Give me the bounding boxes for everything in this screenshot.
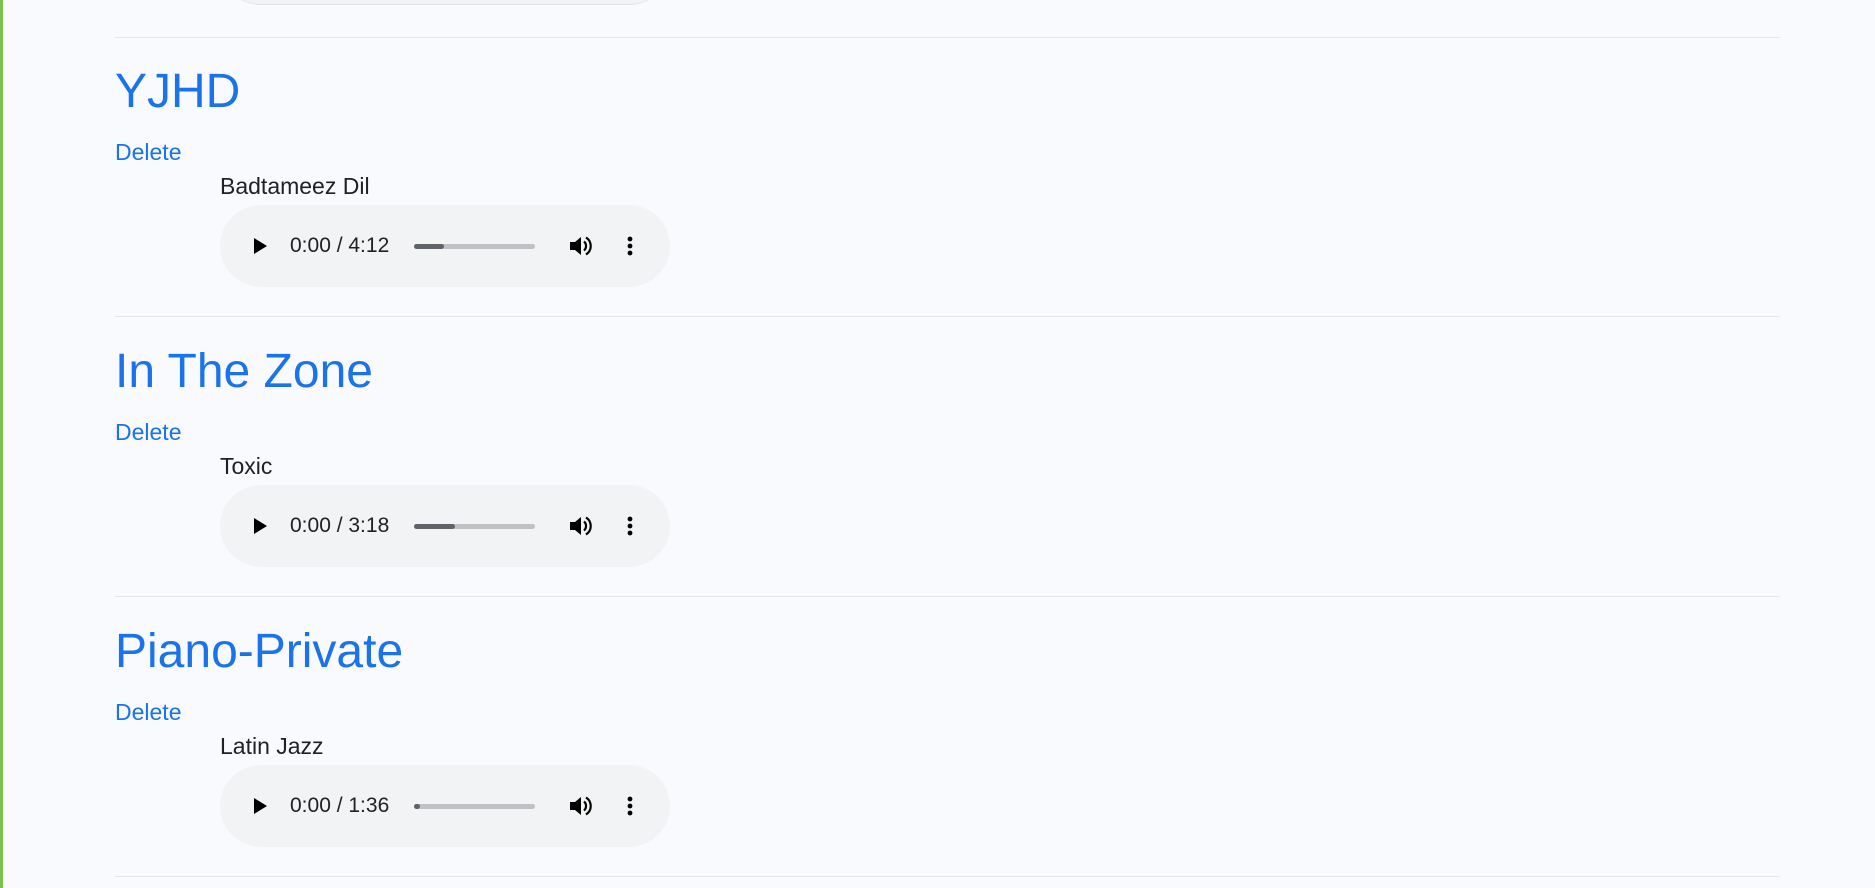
- playlist-title[interactable]: Piano-Private: [115, 624, 403, 680]
- more-vert-icon[interactable]: [615, 231, 645, 261]
- audio-player: 0:00 / 1:36: [220, 765, 670, 847]
- seek-slider[interactable]: [414, 244, 535, 249]
- delete-playlist-link[interactable]: Delete: [115, 698, 181, 726]
- song-title: Latin Jazz: [220, 733, 324, 759]
- divider: [115, 876, 1780, 877]
- left-edge-accent: [0, 0, 3, 888]
- playlist-card: In The Zone Delete Toxic 0:00 / 3:18: [115, 344, 1780, 594]
- time-display: 0:00 / 4:12: [290, 234, 390, 257]
- time-display: 0:00 / 3:18: [290, 514, 390, 537]
- volume-icon[interactable]: [565, 791, 595, 821]
- seek-progress: [414, 804, 421, 809]
- playlist-title[interactable]: YJHD: [115, 64, 240, 120]
- play-icon[interactable]: [244, 231, 274, 261]
- audio-player-partial[interactable]: [220, 0, 670, 5]
- seek-progress: [414, 524, 456, 529]
- play-icon[interactable]: [244, 511, 274, 541]
- more-vert-icon[interactable]: [615, 791, 645, 821]
- more-vert-icon[interactable]: [615, 511, 645, 541]
- song-title: Badtameez Dil: [220, 173, 370, 199]
- playlist-title[interactable]: In The Zone: [115, 344, 373, 400]
- seek-slider[interactable]: [414, 804, 535, 809]
- divider: [115, 596, 1780, 597]
- delete-playlist-link[interactable]: Delete: [115, 138, 181, 166]
- play-icon[interactable]: [244, 791, 274, 821]
- volume-icon[interactable]: [565, 511, 595, 541]
- song-title: Toxic: [220, 453, 273, 479]
- delete-playlist-link[interactable]: Delete: [115, 418, 181, 446]
- seek-progress: [414, 244, 445, 249]
- playlist-card: YJHD Delete Badtameez Dil 0:00 / 4:12: [115, 64, 1780, 314]
- volume-icon[interactable]: [565, 231, 595, 261]
- audio-player: 0:00 / 3:18: [220, 485, 670, 567]
- playlist-card: Piano-Private Delete Latin Jazz 0:00 / 1…: [115, 624, 1780, 874]
- divider: [115, 316, 1780, 317]
- audio-player: 0:00 / 4:12: [220, 205, 670, 287]
- seek-slider[interactable]: [414, 524, 535, 529]
- time-display: 0:00 / 1:36: [290, 794, 390, 817]
- divider: [115, 37, 1780, 38]
